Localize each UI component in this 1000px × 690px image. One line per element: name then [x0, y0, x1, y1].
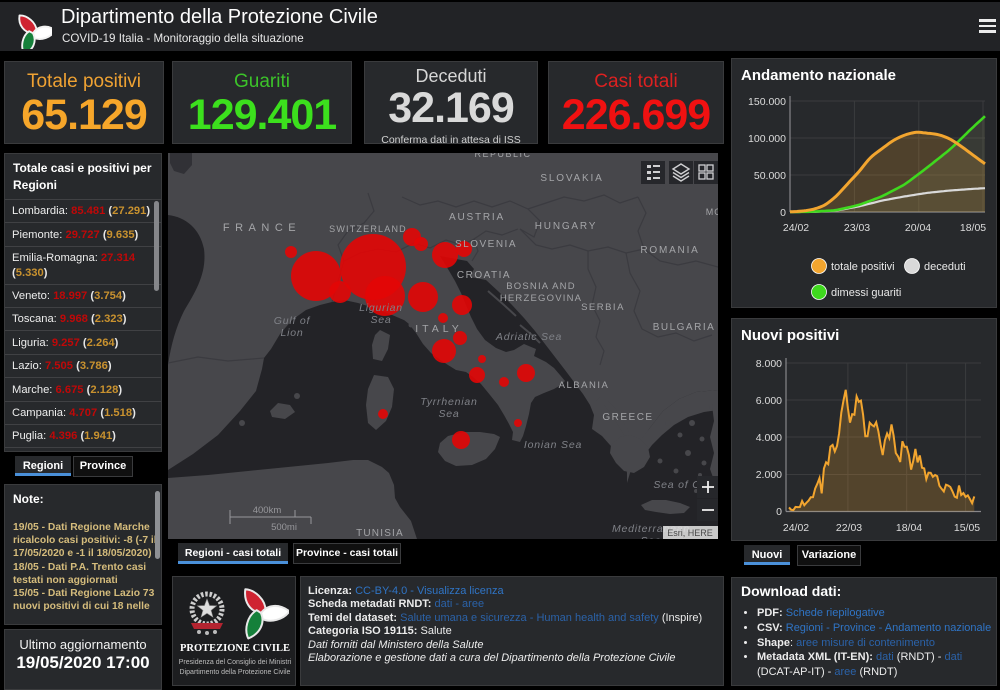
svg-text:Tyrrhenian: Tyrrhenian: [420, 396, 477, 408]
svg-text:Esri, HERE: Esri, HERE: [667, 528, 713, 538]
svg-text:deceduti: deceduti: [924, 261, 966, 273]
svg-text:20/04: 20/04: [905, 222, 931, 234]
svg-text:50.000: 50.000: [754, 170, 786, 182]
svg-text:18/04: 18/04: [896, 522, 922, 534]
svg-text:AUSTRIA: AUSTRIA: [449, 212, 505, 223]
svg-text:24/02: 24/02: [783, 222, 809, 234]
svg-text:Sea of C: Sea of C: [653, 479, 700, 491]
svg-text:CROATIA: CROATIA: [457, 270, 511, 281]
svg-text:Sea: Sea: [640, 535, 661, 539]
svg-text:500mi: 500mi: [271, 522, 297, 533]
svg-text:400km: 400km: [253, 505, 282, 516]
svg-text:FRANCE: FRANCE: [223, 222, 301, 234]
svg-text:24/02: 24/02: [783, 522, 809, 534]
svg-text:Lion: Lion: [280, 327, 303, 339]
svg-text:18/05: 18/05: [960, 222, 986, 234]
svg-text:ALBANIA: ALBANIA: [559, 380, 610, 391]
svg-text:Adriatic Sea: Adriatic Sea: [495, 331, 562, 343]
svg-text:Ionian Sea: Ionian Sea: [524, 439, 582, 451]
svg-text:100.000: 100.000: [748, 133, 786, 145]
svg-text:TUNISIA: TUNISIA: [356, 528, 404, 539]
svg-text:SLOVENIA: SLOVENIA: [455, 239, 517, 250]
svg-text:REPUBLIC: REPUBLIC: [474, 153, 531, 159]
svg-text:HUNGARY: HUNGARY: [535, 221, 597, 232]
svg-text:Gulf of: Gulf of: [274, 315, 311, 327]
svg-text:SWITZERLAND: SWITZERLAND: [329, 224, 407, 234]
svg-text:SLOVAKIA: SLOVAKIA: [540, 173, 603, 184]
svg-text:Sea: Sea: [370, 314, 391, 326]
svg-text:HERZEGOVINA: HERZEGOVINA: [500, 293, 582, 304]
svg-text:BOSNIA AND: BOSNIA AND: [506, 281, 576, 292]
svg-text:ROMANIA: ROMANIA: [640, 245, 699, 256]
svg-text:150.000: 150.000: [748, 96, 786, 108]
svg-text:23/03: 23/03: [844, 222, 870, 234]
svg-text:0: 0: [780, 207, 786, 219]
svg-text:Ligurian: Ligurian: [359, 302, 403, 314]
svg-text:GREECE: GREECE: [602, 412, 653, 423]
svg-text:MO: MO: [706, 207, 718, 217]
svg-text:22/03: 22/03: [836, 522, 862, 534]
svg-text:dimessi guariti: dimessi guariti: [831, 287, 901, 299]
svg-text:Sea: Sea: [438, 408, 459, 420]
svg-text:4.000: 4.000: [756, 432, 782, 444]
svg-text:8.000: 8.000: [756, 358, 782, 370]
svg-text:0: 0: [776, 506, 782, 518]
svg-text:ITALY: ITALY: [415, 323, 463, 335]
svg-text:6.000: 6.000: [756, 395, 782, 407]
svg-text:BULGARIA: BULGARIA: [653, 322, 716, 333]
svg-text:15/05: 15/05: [954, 522, 980, 534]
svg-text:2.000: 2.000: [756, 469, 782, 481]
svg-text:totale positivi: totale positivi: [831, 261, 895, 273]
svg-text:SERBIA: SERBIA: [581, 302, 625, 313]
